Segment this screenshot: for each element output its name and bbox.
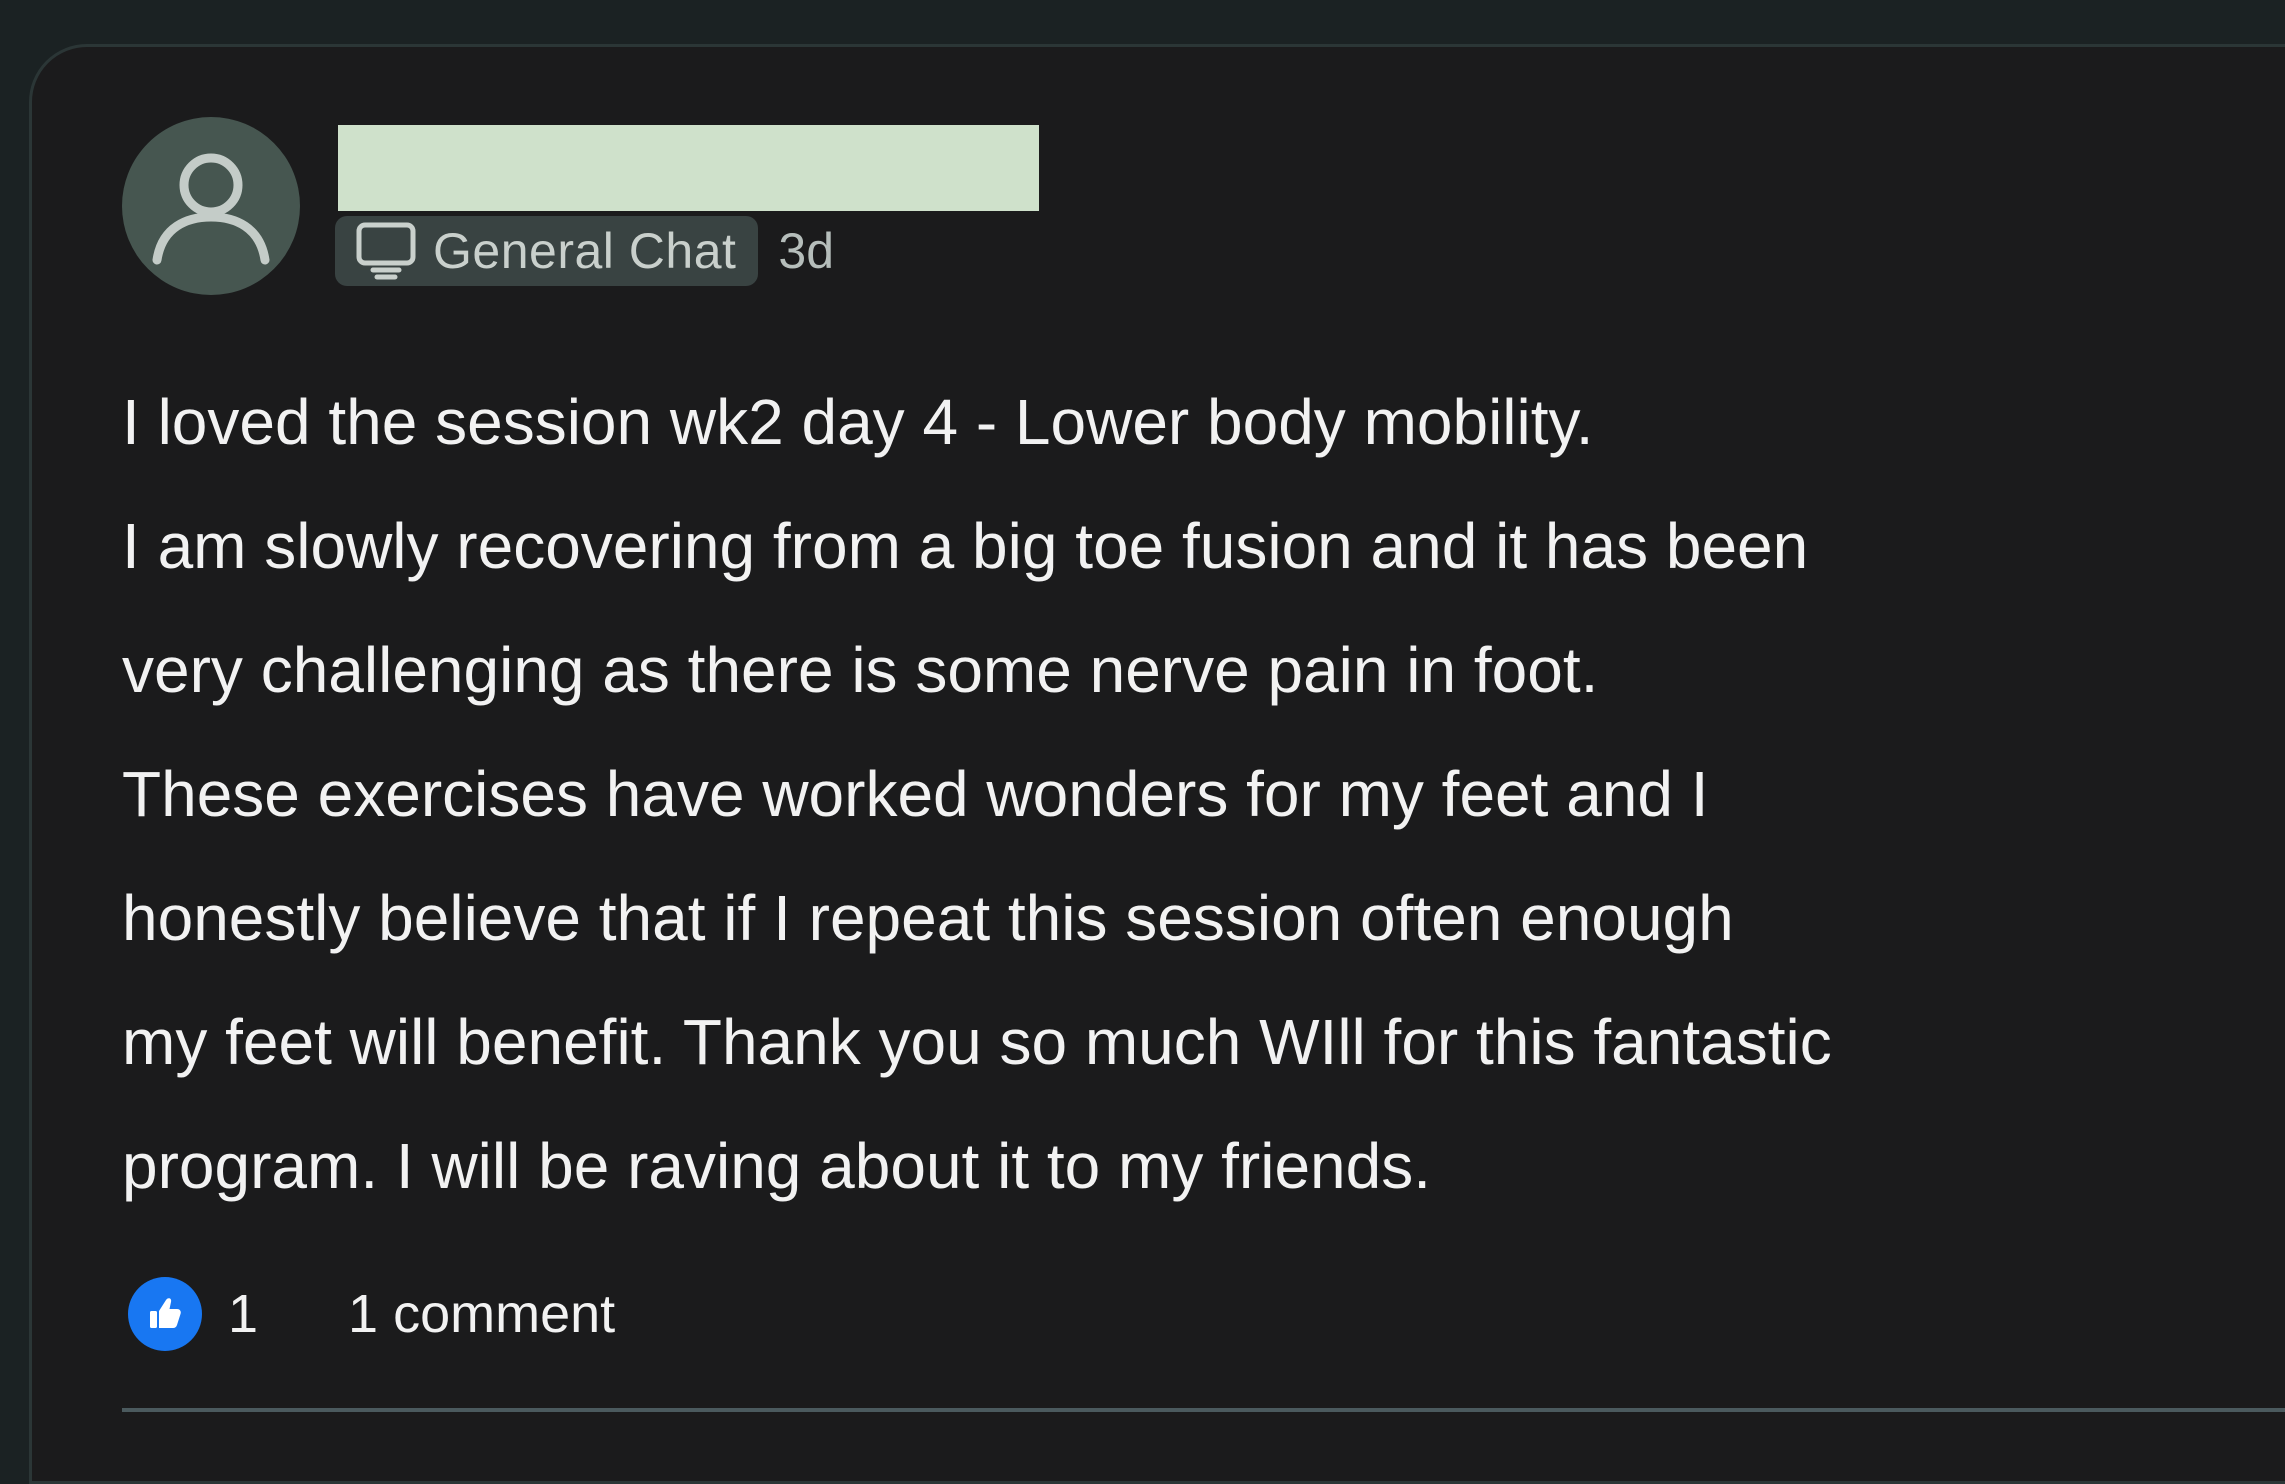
user-silhouette-icon [152,153,270,265]
avatar[interactable] [122,117,300,295]
post-body-line: very challenging as there is some nerve … [122,634,1599,706]
like-count: 1 [228,1284,259,1344]
post-body-line: I loved the session wk2 day 4 - Lower bo… [122,386,1594,458]
author-name-redacted[interactable] [338,125,1039,211]
post-body-line: my feet will benefit. Thank you so much … [122,1006,1832,1078]
post-body-line: honestly believe that if I repeat this s… [122,882,1734,954]
divider [122,1408,2285,1412]
thumbs-up-icon [128,1277,202,1351]
comments-link[interactable]: 1 comment [348,1283,615,1345]
post-body: I loved the session wk2 day 4 - Lower bo… [122,360,2222,1228]
post-meta: General Chat 3d [335,216,834,286]
post-body-line: program. I will be raving about it to my… [122,1130,1431,1202]
monitor-icon [355,220,417,282]
category-chip[interactable]: General Chat [335,216,759,286]
post-timestamp: 3d [778,223,835,279]
post-body-line: These exercises have worked wonders for … [122,758,1709,830]
category-label: General Chat [433,223,737,279]
post-body-line: I am slowly recovering from a big toe fu… [122,510,1809,582]
post-footer: 1 1 comment [128,1274,615,1354]
like-button[interactable]: 1 [128,1277,258,1351]
